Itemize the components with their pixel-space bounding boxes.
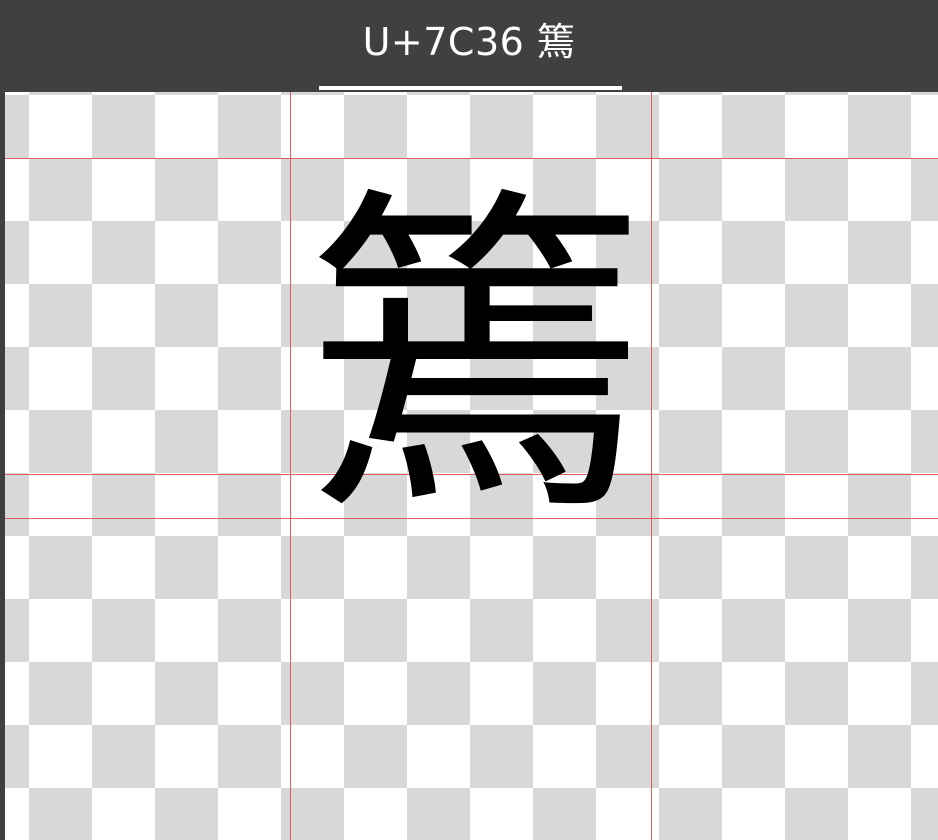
glyph-title: U+7C36 篶 bbox=[362, 20, 576, 64]
glyph-container: 篶 bbox=[281, 164, 671, 554]
top-guide-line bbox=[5, 158, 938, 159]
glyph-character: 篶 bbox=[306, 161, 646, 557]
descender-guide-line bbox=[5, 518, 938, 519]
left-guide-line bbox=[290, 92, 291, 840]
right-guide-line bbox=[651, 92, 652, 840]
baseline-guide-line bbox=[5, 474, 938, 475]
glyph-preview-window: U+7C36 篶 篶 bbox=[0, 0, 938, 840]
title-underline bbox=[319, 86, 622, 90]
title-bar: U+7C36 篶 bbox=[0, 0, 938, 92]
glyph-canvas: 篶 bbox=[5, 92, 938, 840]
